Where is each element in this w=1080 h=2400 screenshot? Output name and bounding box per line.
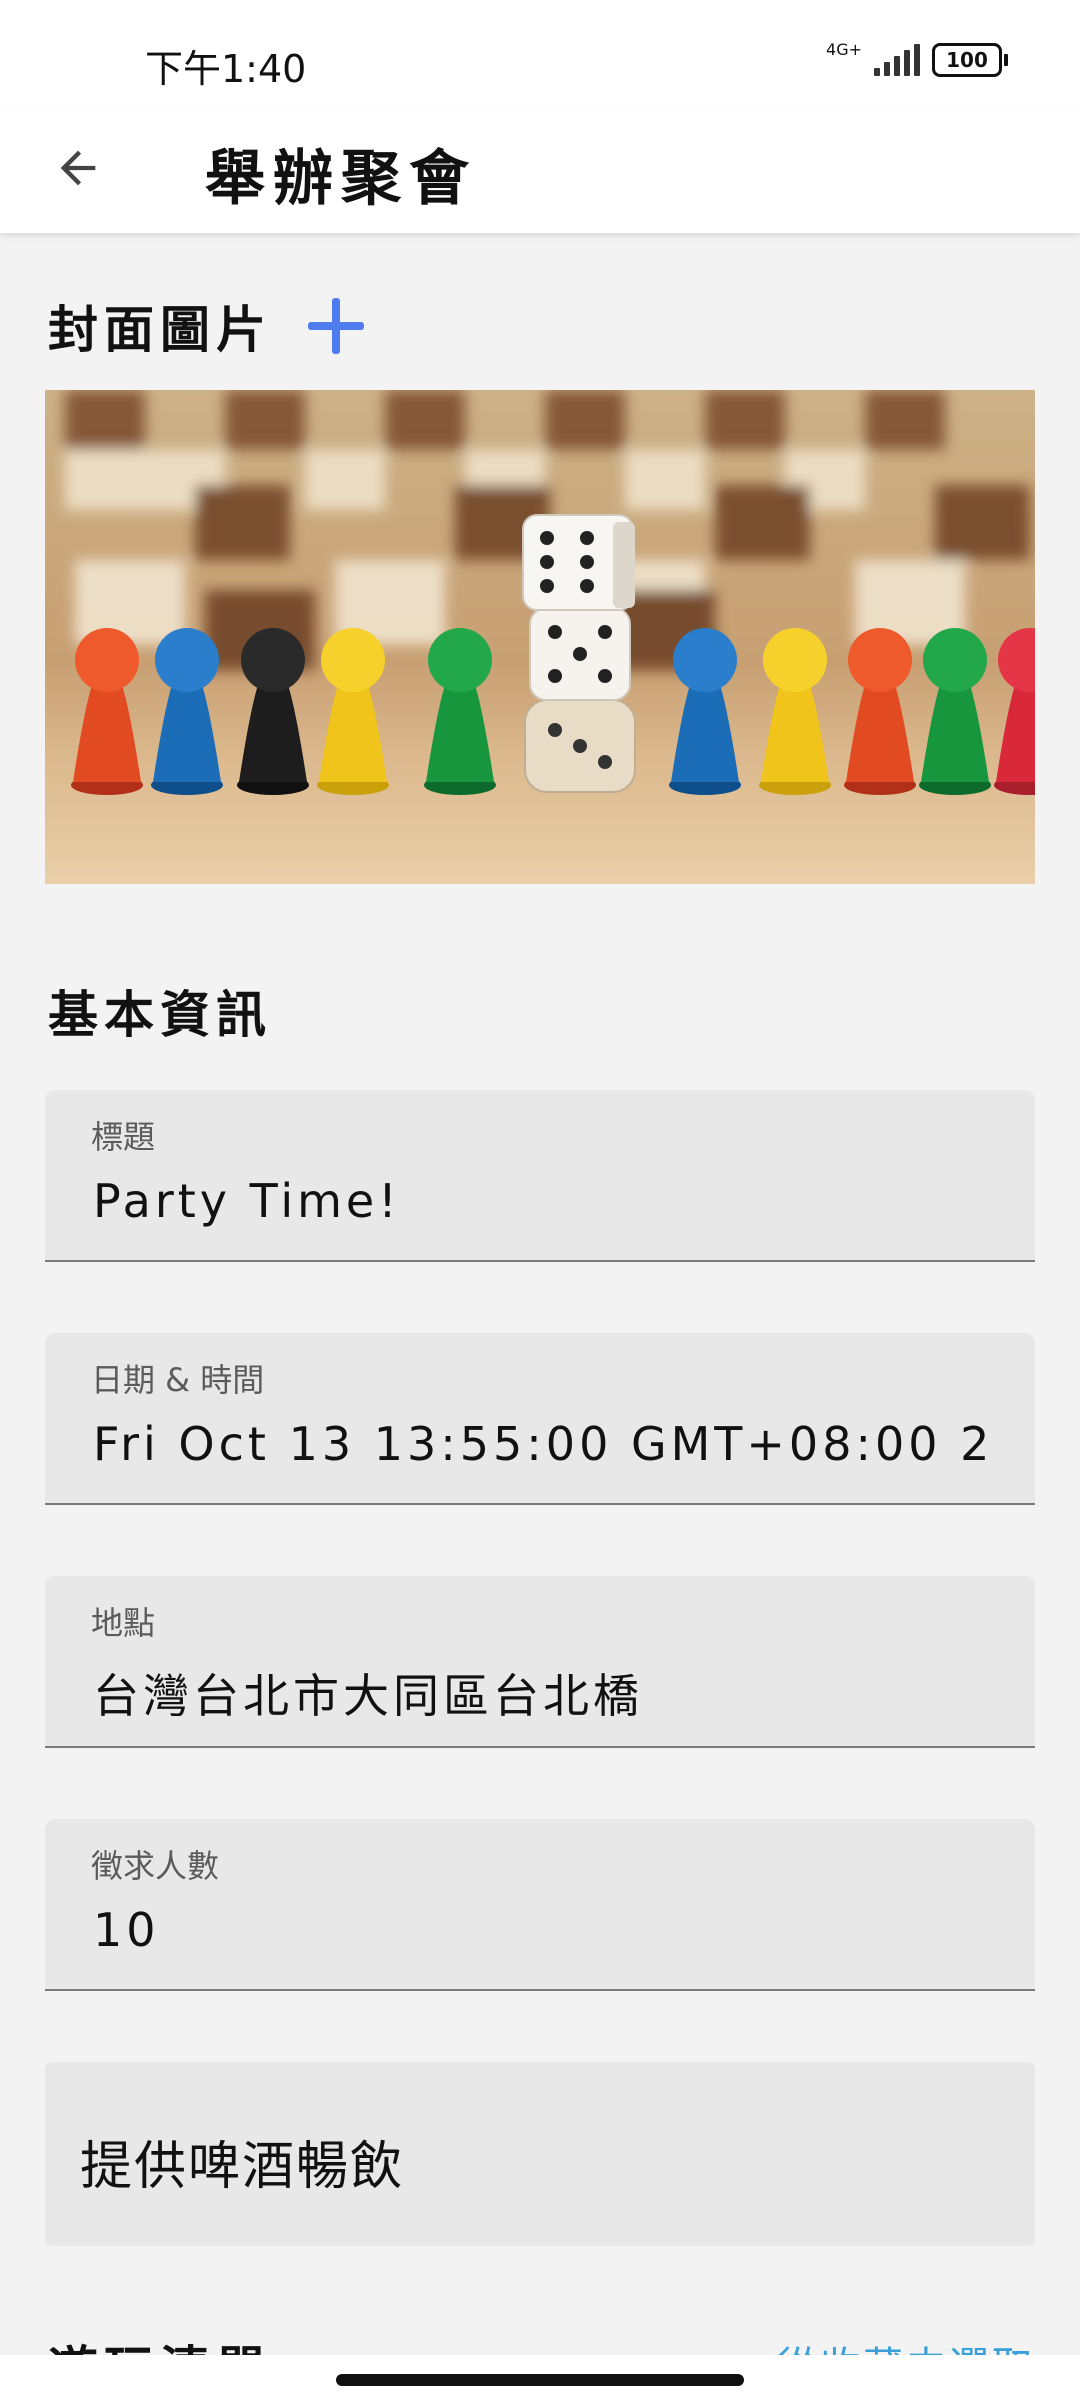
cover-image[interactable] xyxy=(45,390,1035,884)
location-field-label: 地點 xyxy=(91,1604,156,1642)
home-indicator[interactable] xyxy=(336,2374,744,2386)
arrow-back-icon xyxy=(60,150,96,186)
datetime-field[interactable]: 日期 & 時間 Fri Oct 13 13:55:00 GMT+08:00 20… xyxy=(45,1333,1035,1505)
status-indicators: 4G+ 100 xyxy=(826,38,1008,82)
signal-icon xyxy=(874,44,920,76)
battery-icon: 100 xyxy=(932,43,1008,77)
navigation-bar xyxy=(0,2355,1080,2400)
plus-icon xyxy=(308,298,364,354)
network-type: 4G+ xyxy=(826,40,862,59)
location-field-value[interactable]: 台灣台北市大同區台北橋 xyxy=(93,1660,989,1726)
headcount-field[interactable]: 徵求人數 10 xyxy=(45,1819,1035,1991)
board-game-photo xyxy=(45,390,1035,884)
title-field-value[interactable]: Party Time! xyxy=(93,1174,989,1228)
basic-info-title: 基本資訊 xyxy=(48,986,272,1044)
headcount-field-label: 徵求人數 xyxy=(91,1847,220,1885)
datetime-field-label: 日期 & 時間 xyxy=(91,1361,265,1399)
select-from-collection-link[interactable]: 從收藏中選取 xyxy=(777,2334,1035,2355)
add-cover-button[interactable] xyxy=(300,290,372,362)
cover-section-title: 封面圖片 xyxy=(48,301,272,359)
page-title: 舉辦聚會 xyxy=(205,144,477,214)
notes-field[interactable]: 提供啤酒暢飲 xyxy=(45,2062,1035,2246)
games-section-header: 遊玩清單 從收藏中選取 xyxy=(0,2330,1080,2355)
title-field-label: 標題 xyxy=(91,1118,156,1156)
location-field[interactable]: 地點 台灣台北市大同區台北橋 xyxy=(45,1576,1035,1748)
back-button[interactable] xyxy=(42,132,114,204)
status-bar: 下午1:40 4G+ 100 xyxy=(0,0,1080,110)
datetime-field-value[interactable]: Fri Oct 13 13:55:00 GMT+08:00 2023 xyxy=(93,1417,989,1471)
games-section-title: 遊玩清單 xyxy=(48,2330,272,2355)
app-bar: 舉辦聚會 xyxy=(0,110,1080,233)
headcount-field-value[interactable]: 10 xyxy=(93,1903,989,1957)
notes-value[interactable]: 提供啤酒暢飲 xyxy=(80,2124,404,2199)
battery-level: 100 xyxy=(946,48,988,72)
status-time: 下午1:40 xyxy=(145,47,307,91)
title-field[interactable]: 標題 Party Time! xyxy=(45,1090,1035,1262)
